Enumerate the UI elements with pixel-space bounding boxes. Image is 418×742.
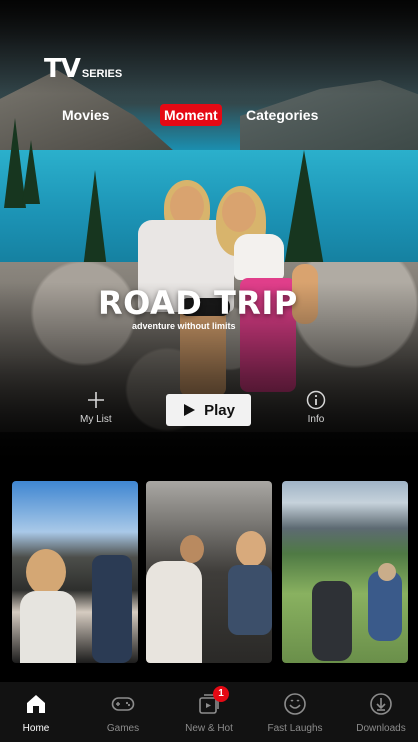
info-icon — [306, 390, 326, 410]
tab-downloads-label: Downloads — [356, 723, 406, 734]
tab-downloads[interactable]: Downloads — [339, 682, 418, 742]
smiley-icon — [283, 692, 307, 716]
tab-home[interactable]: Home — [0, 682, 78, 742]
tab-new-hot[interactable]: 1 New & Hot — [167, 682, 251, 742]
download-icon — [369, 692, 393, 716]
plus-icon — [87, 392, 104, 408]
play-icon — [184, 404, 196, 416]
thumbnail-row — [12, 481, 410, 663]
home-icon — [24, 692, 48, 716]
car-backseat-thumbnail[interactable] — [146, 481, 272, 663]
tab-games[interactable]: Games — [81, 682, 165, 742]
play-button[interactable]: Play — [166, 394, 251, 426]
tab-home-label: Home — [22, 723, 50, 734]
top-nav: Movies Moment Categories — [0, 104, 418, 126]
gamepad-icon — [111, 692, 135, 716]
info-button[interactable]: Info — [306, 390, 326, 425]
hero-title: ROAD TRIP — [98, 284, 298, 322]
hero-subtitle: adventure without limits — [132, 321, 236, 331]
nav-categories[interactable]: Categories — [246, 104, 318, 126]
my-list-label: My List — [80, 414, 112, 425]
logo-tv-text: TV — [44, 54, 81, 84]
nav-moment[interactable]: Moment — [160, 104, 222, 126]
notification-badge: 1 — [213, 686, 229, 702]
my-list-button[interactable]: My List — [80, 390, 112, 425]
play-label: Play — [204, 401, 235, 419]
car-selfie-thumbnail[interactable] — [12, 481, 138, 663]
new-hot-icon: 1 — [197, 686, 229, 716]
nav-movies[interactable]: Movies — [62, 104, 109, 126]
tab-new-hot-label: New & Hot — [185, 723, 233, 734]
tab-games-label: Games — [106, 723, 140, 734]
tab-fast-laughs[interactable]: Fast Laughs — [253, 682, 337, 742]
info-label: Info — [307, 414, 325, 425]
mountain-hike-thumbnail[interactable] — [282, 481, 408, 663]
app-logo[interactable]: TV SERIES — [44, 54, 122, 84]
bottom-nav: Home Games 1 New & Hot Fast Laughs Downl… — [0, 682, 418, 742]
tab-fast-laughs-label: Fast Laughs — [267, 723, 323, 734]
logo-series-text: SERIES — [81, 68, 123, 80]
